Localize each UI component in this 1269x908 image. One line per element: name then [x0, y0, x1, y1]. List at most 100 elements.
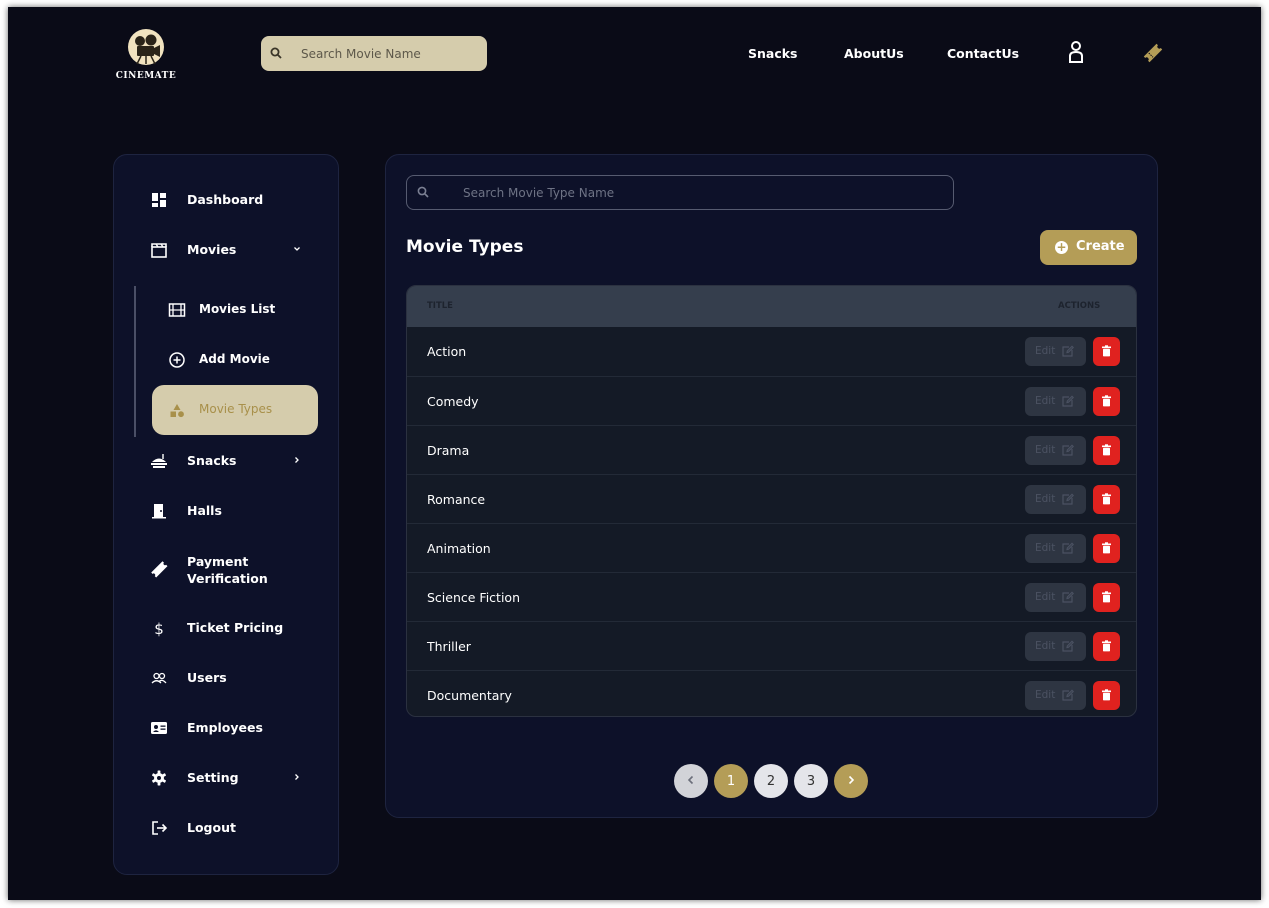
submenu-divider	[134, 286, 136, 437]
movie-type-title: Thriller	[427, 639, 471, 654]
sidebar-item-halls[interactable]: Halls	[114, 493, 340, 529]
sidebar-item-label: Halls	[187, 503, 222, 518]
edit-button[interactable]: Edit	[1025, 534, 1086, 563]
table-row: Thriller Edit	[407, 621, 1136, 670]
edit-button-label: Edit	[1035, 345, 1056, 357]
create-button[interactable]: + Create	[1040, 230, 1137, 265]
logo-emblem-icon	[128, 29, 164, 65]
users-icon	[151, 672, 167, 684]
sidebar-item-ticket-pricing[interactable]: $ Ticket Pricing	[114, 610, 340, 646]
sidebar-subitem-add-movie[interactable]: Add Movie	[152, 335, 318, 385]
sidebar-subitem-movies-list[interactable]: Movies List	[152, 285, 318, 335]
movie-type-title: Documentary	[427, 688, 512, 703]
cinemate-logo[interactable]: CINEMATE	[113, 27, 179, 87]
edit-button[interactable]: Edit	[1025, 583, 1086, 612]
edit-button[interactable]: Edit	[1025, 681, 1086, 710]
sidebar-item-label: Snacks	[187, 453, 237, 468]
trash-icon	[1102, 591, 1111, 603]
delete-button[interactable]	[1093, 337, 1120, 366]
edit-button-label: Edit	[1035, 689, 1056, 701]
page-title: Movie Types	[406, 237, 524, 257]
sidebar-item-label: Setting	[187, 770, 239, 785]
movie-type-search-input[interactable]	[463, 176, 943, 209]
delete-button[interactable]	[1093, 436, 1120, 465]
movie-type-title: Action	[427, 344, 467, 359]
edit-button[interactable]: Edit	[1025, 337, 1086, 366]
column-header-title: TITLE	[427, 301, 453, 311]
table-row: Animation Edit	[407, 523, 1136, 572]
logo-text: CINEMATE	[115, 71, 177, 81]
column-header-actions: ACTIONS	[1058, 301, 1101, 311]
edit-button[interactable]: Edit	[1025, 632, 1086, 661]
movie-types-panel: Movie Types + Create TITLE ACTIONS Actio…	[385, 154, 1158, 818]
shapes-icon	[170, 404, 184, 418]
sidebar-item-dashboard[interactable]: Dashboard	[114, 182, 340, 218]
plus-circle-icon: +	[1055, 240, 1068, 254]
delete-button[interactable]	[1093, 534, 1120, 563]
sidebar-item-users[interactable]: Users	[114, 660, 340, 696]
sidebar: Dashboard Movies Movies List Add Movie M…	[113, 154, 339, 875]
edit-icon	[1062, 345, 1074, 357]
sidebar-item-label: Dashboard	[187, 192, 264, 207]
gear-icon	[152, 770, 166, 786]
trash-icon	[1102, 444, 1111, 456]
delete-button[interactable]	[1093, 681, 1120, 710]
delete-button[interactable]	[1093, 485, 1120, 514]
sidebar-item-logout[interactable]: Logout	[114, 810, 340, 846]
search-icon	[417, 186, 429, 198]
chevron-left-icon	[687, 775, 694, 784]
ticket-icon	[151, 561, 168, 578]
movie-type-title: Comedy	[427, 394, 479, 409]
nav-link-contactus[interactable]: ContactUs	[947, 46, 1019, 61]
delete-button[interactable]	[1093, 387, 1120, 416]
edit-button-label: Edit	[1035, 640, 1056, 652]
sidebar-item-snacks[interactable]: Snacks	[114, 443, 340, 479]
sidebar-subitem-label: Movies List	[199, 302, 276, 316]
sidebar-item-setting[interactable]: Setting	[114, 760, 340, 796]
sidebar-subitem-label: Add Movie	[199, 352, 270, 366]
ticket-icon[interactable]	[1142, 42, 1164, 64]
id-card-icon	[151, 722, 167, 734]
delete-button[interactable]	[1093, 583, 1120, 612]
user-icon[interactable]	[1067, 40, 1085, 64]
sidebar-item-label: Employees	[187, 720, 263, 735]
edit-icon	[1062, 444, 1074, 456]
pagination-page-2[interactable]: 2	[754, 764, 788, 798]
movie-type-search-box[interactable]	[406, 175, 954, 210]
movie-type-title: Science Fiction	[427, 590, 520, 605]
sidebar-item-employees[interactable]: Employees	[114, 710, 340, 746]
table-row: Comedy Edit	[407, 376, 1136, 425]
table-row: Romance Edit	[407, 474, 1136, 523]
sidebar-item-label: Ticket Pricing	[187, 620, 284, 635]
film-icon	[168, 303, 186, 317]
chevron-right-icon[interactable]	[292, 772, 302, 782]
movie-search-box[interactable]	[261, 36, 487, 71]
movie-search-input[interactable]	[301, 36, 481, 71]
movie-type-title: Drama	[427, 443, 470, 458]
pagination-page-1[interactable]: 1	[714, 764, 748, 798]
nav-link-aboutus[interactable]: AboutUs	[844, 46, 904, 61]
pagination-page-3[interactable]: 3	[794, 764, 828, 798]
delete-button[interactable]	[1093, 632, 1120, 661]
sidebar-item-payment-verification[interactable]: Payment Verification	[114, 551, 340, 587]
edit-button[interactable]: Edit	[1025, 436, 1086, 465]
sidebar-item-label: Movies	[187, 242, 237, 257]
door-icon	[152, 504, 166, 519]
chevron-down-icon[interactable]	[292, 244, 302, 254]
chevron-right-icon[interactable]	[292, 455, 302, 465]
edit-icon	[1062, 591, 1074, 603]
movie-type-title: Romance	[427, 492, 486, 507]
dollar-icon: $	[154, 620, 164, 637]
trash-icon	[1102, 493, 1111, 505]
trash-icon	[1102, 395, 1111, 407]
svg-text:$: $	[154, 620, 164, 637]
edit-button[interactable]: Edit	[1025, 485, 1086, 514]
pagination-next-button[interactable]	[834, 764, 868, 798]
sidebar-item-movies[interactable]: Movies	[114, 232, 340, 268]
nav-link-snacks[interactable]: Snacks	[748, 46, 798, 61]
edit-icon	[1062, 493, 1074, 505]
pagination-prev-button[interactable]	[674, 764, 708, 798]
trash-icon	[1102, 689, 1111, 701]
sidebar-subitem-movie-types[interactable]: Movie Types	[152, 385, 318, 435]
edit-button[interactable]: Edit	[1025, 387, 1086, 416]
